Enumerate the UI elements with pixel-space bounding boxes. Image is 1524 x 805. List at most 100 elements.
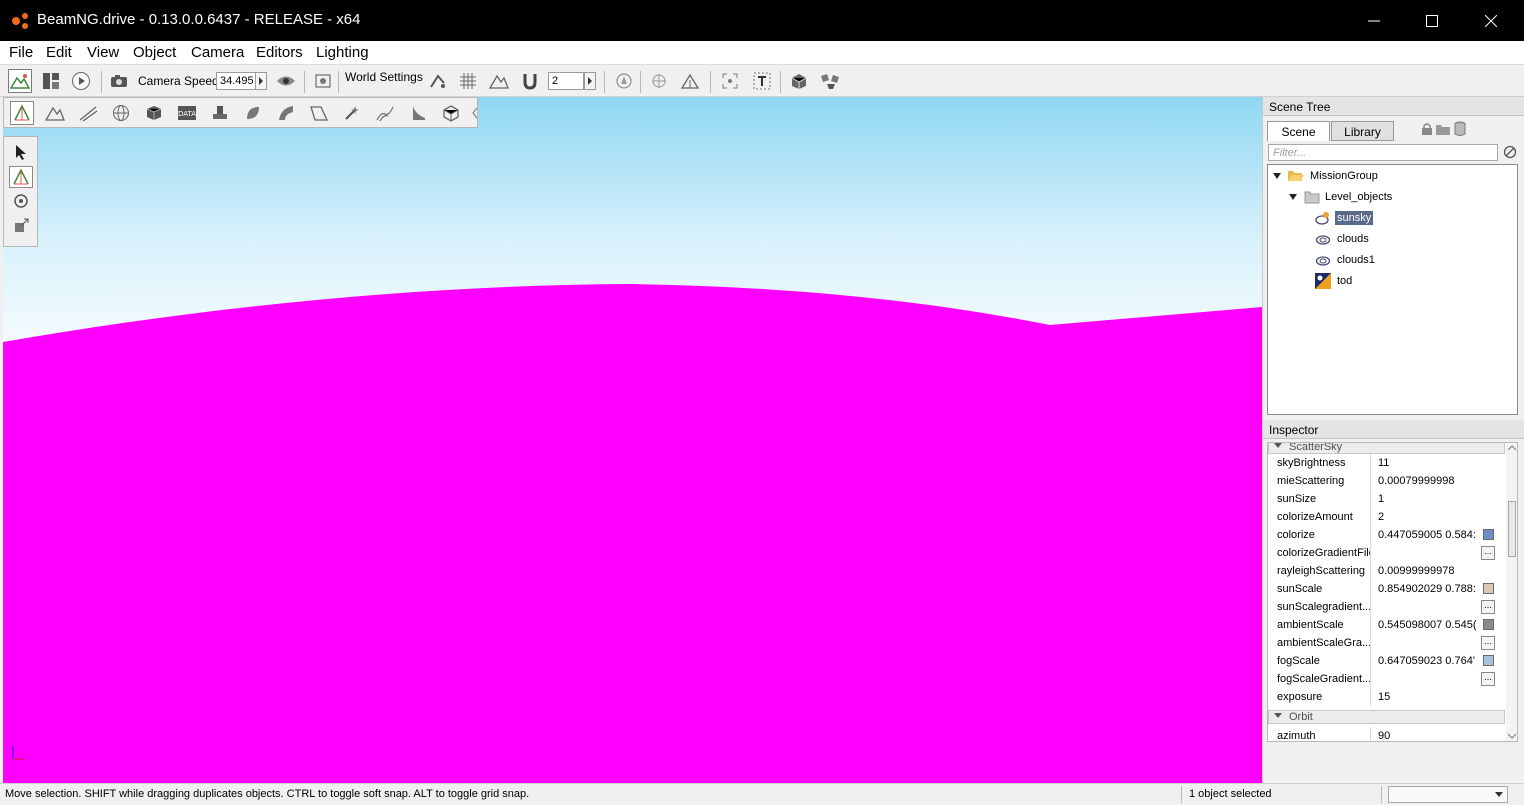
grid-size-spin[interactable] <box>584 72 596 90</box>
tree-item-clouds[interactable]: clouds <box>1315 229 1371 248</box>
property-row[interactable]: rayleighScattering 0.00999999978 <box>1268 562 1505 580</box>
property-value[interactable]: 0.00999999978 <box>1378 565 1481 577</box>
rotate-tool-button[interactable] <box>9 190 33 212</box>
scale-tool-button[interactable] <box>9 215 33 237</box>
property-row[interactable]: fogScale 0.647059023 0.764' <box>1268 652 1505 670</box>
grid-button[interactable] <box>456 69 480 93</box>
road-icon[interactable] <box>76 101 100 125</box>
menu-editors[interactable]: Editors <box>256 44 303 61</box>
color-swatch[interactable] <box>1483 655 1494 666</box>
world-editor-button[interactable] <box>8 69 32 93</box>
leaf-icon[interactable] <box>241 101 265 125</box>
center-selection-button[interactable] <box>647 69 671 93</box>
world-settings-label[interactable]: World Settings <box>345 70 423 84</box>
inspector-scrollbar[interactable] <box>1506 443 1517 741</box>
expand-arrow-icon[interactable] <box>1272 171 1282 181</box>
visibility-button[interactable] <box>274 69 298 93</box>
tab-scene[interactable]: Scene <box>1267 121 1330 141</box>
property-value[interactable]: 2 <box>1378 511 1481 523</box>
clear-filter-icon[interactable] <box>1503 145 1517 159</box>
scene-filter-input[interactable]: Filter... <box>1268 144 1498 161</box>
menu-object[interactable]: Object <box>133 44 176 61</box>
grid-size-input[interactable]: 2 <box>548 72 584 90</box>
fit-view-button[interactable] <box>718 69 742 93</box>
decal-road-icon[interactable] <box>307 101 331 125</box>
property-value[interactable]: 11 <box>1378 457 1481 469</box>
scroll-down-icon[interactable] <box>1508 733 1516 739</box>
camera-speed-input[interactable]: 34.495 <box>216 72 256 90</box>
property-row[interactable]: mieScattering 0.00079999998 <box>1268 472 1505 490</box>
browse-button[interactable]: ... <box>1481 600 1495 614</box>
expand-arrow-icon[interactable] <box>1288 192 1298 202</box>
folder-icon[interactable] <box>1435 122 1451 136</box>
menu-view[interactable]: View <box>87 44 119 61</box>
terrain-snap-button[interactable] <box>487 69 511 93</box>
tree-item-tod[interactable]: tod <box>1315 271 1354 290</box>
close-button[interactable] <box>1462 0 1520 41</box>
property-row[interactable]: ambientScaleGra...... <box>1268 634 1505 652</box>
property-value[interactable]: 15 <box>1378 691 1481 703</box>
property-value[interactable]: 1 <box>1378 493 1481 505</box>
prefab-button[interactable] <box>787 69 811 93</box>
object-origin-button[interactable] <box>678 69 702 93</box>
menu-camera[interactable]: Camera <box>191 44 244 61</box>
property-row[interactable]: colorizeGradientFile... <box>1268 544 1505 562</box>
browse-button[interactable]: ... <box>1481 636 1495 650</box>
gui-editor-button[interactable] <box>39 69 63 93</box>
tree-item-sunsky[interactable]: sunsky <box>1315 208 1374 227</box>
color-swatch[interactable] <box>1483 619 1494 630</box>
status-dropdown[interactable] <box>1388 786 1508 803</box>
browse-button[interactable]: ... <box>1481 546 1495 560</box>
browse-button[interactable]: ... <box>1481 672 1495 686</box>
text-labels-button[interactable] <box>750 69 774 93</box>
group-orbit[interactable]: Orbit <box>1268 710 1505 724</box>
color-swatch[interactable] <box>1483 529 1494 540</box>
property-value[interactable]: 0.854902029 0.788: <box>1378 583 1481 595</box>
menu-edit[interactable]: Edit <box>46 44 72 61</box>
wand-icon[interactable] <box>340 101 364 125</box>
move-tool-button[interactable] <box>9 166 33 188</box>
play-button[interactable] <box>69 69 93 93</box>
color-swatch[interactable] <box>1483 583 1494 594</box>
property-value[interactable]: 0.00079999998 <box>1378 475 1481 487</box>
property-value[interactable]: 90 <box>1378 730 1481 741</box>
stamp-icon[interactable] <box>208 101 232 125</box>
property-row[interactable]: sunScalegradient...... <box>1268 598 1505 616</box>
tree-item-level-objects[interactable]: Level_objects <box>1288 187 1394 206</box>
drop-at-button[interactable] <box>612 69 636 93</box>
globe-icon[interactable] <box>109 101 133 125</box>
property-row[interactable]: exposure 15 <box>1268 688 1505 706</box>
mesh-road-icon[interactable] <box>274 101 298 125</box>
property-value[interactable]: 0.647059023 0.764' <box>1378 655 1481 667</box>
group-scattersky[interactable]: ScatterSky <box>1268 443 1505 454</box>
property-value[interactable]: 0.447059005 0.584: <box>1378 529 1481 541</box>
maximize-button[interactable] <box>1403 0 1461 41</box>
screenshot-button[interactable] <box>311 69 335 93</box>
scroll-up-icon[interactable] <box>1508 445 1516 451</box>
camera-button[interactable] <box>107 69 131 93</box>
minimize-button[interactable] <box>1345 0 1403 41</box>
magnet-snap-button[interactable] <box>518 69 542 93</box>
snap-settings-button[interactable] <box>426 69 450 93</box>
menu-file[interactable]: File <box>9 44 33 61</box>
tab-library[interactable]: Library <box>1331 121 1394 141</box>
select-arrow-button[interactable] <box>9 141 33 163</box>
property-row[interactable]: sunSize 1 <box>1268 490 1505 508</box>
scrollbar-thumb[interactable] <box>1508 501 1516 557</box>
menu-lighting[interactable]: Lighting <box>316 44 369 61</box>
property-row[interactable]: colorize 0.447059005 0.584: <box>1268 526 1505 544</box>
cube-icon[interactable] <box>142 101 166 125</box>
property-row[interactable]: azimuth 90 <box>1268 727 1505 741</box>
property-row[interactable]: skyBrightness 11 <box>1268 454 1505 472</box>
river-icon[interactable] <box>373 101 397 125</box>
property-row[interactable]: colorizeAmount 2 <box>1268 508 1505 526</box>
property-row[interactable]: fogScaleGradient...... <box>1268 670 1505 688</box>
lock-icon[interactable] <box>1421 122 1433 136</box>
collapse-arrow-icon[interactable] <box>471 106 479 120</box>
forest-brush-icon[interactable] <box>406 101 430 125</box>
navmesh-icon[interactable] <box>439 101 463 125</box>
property-row[interactable]: ambientScale 0.545098007 0.545( <box>1268 616 1505 634</box>
property-value[interactable]: 0.545098007 0.545( <box>1378 619 1481 631</box>
terrain-block-icon[interactable] <box>43 101 67 125</box>
property-row[interactable]: sunScale 0.854902029 0.788: <box>1268 580 1505 598</box>
